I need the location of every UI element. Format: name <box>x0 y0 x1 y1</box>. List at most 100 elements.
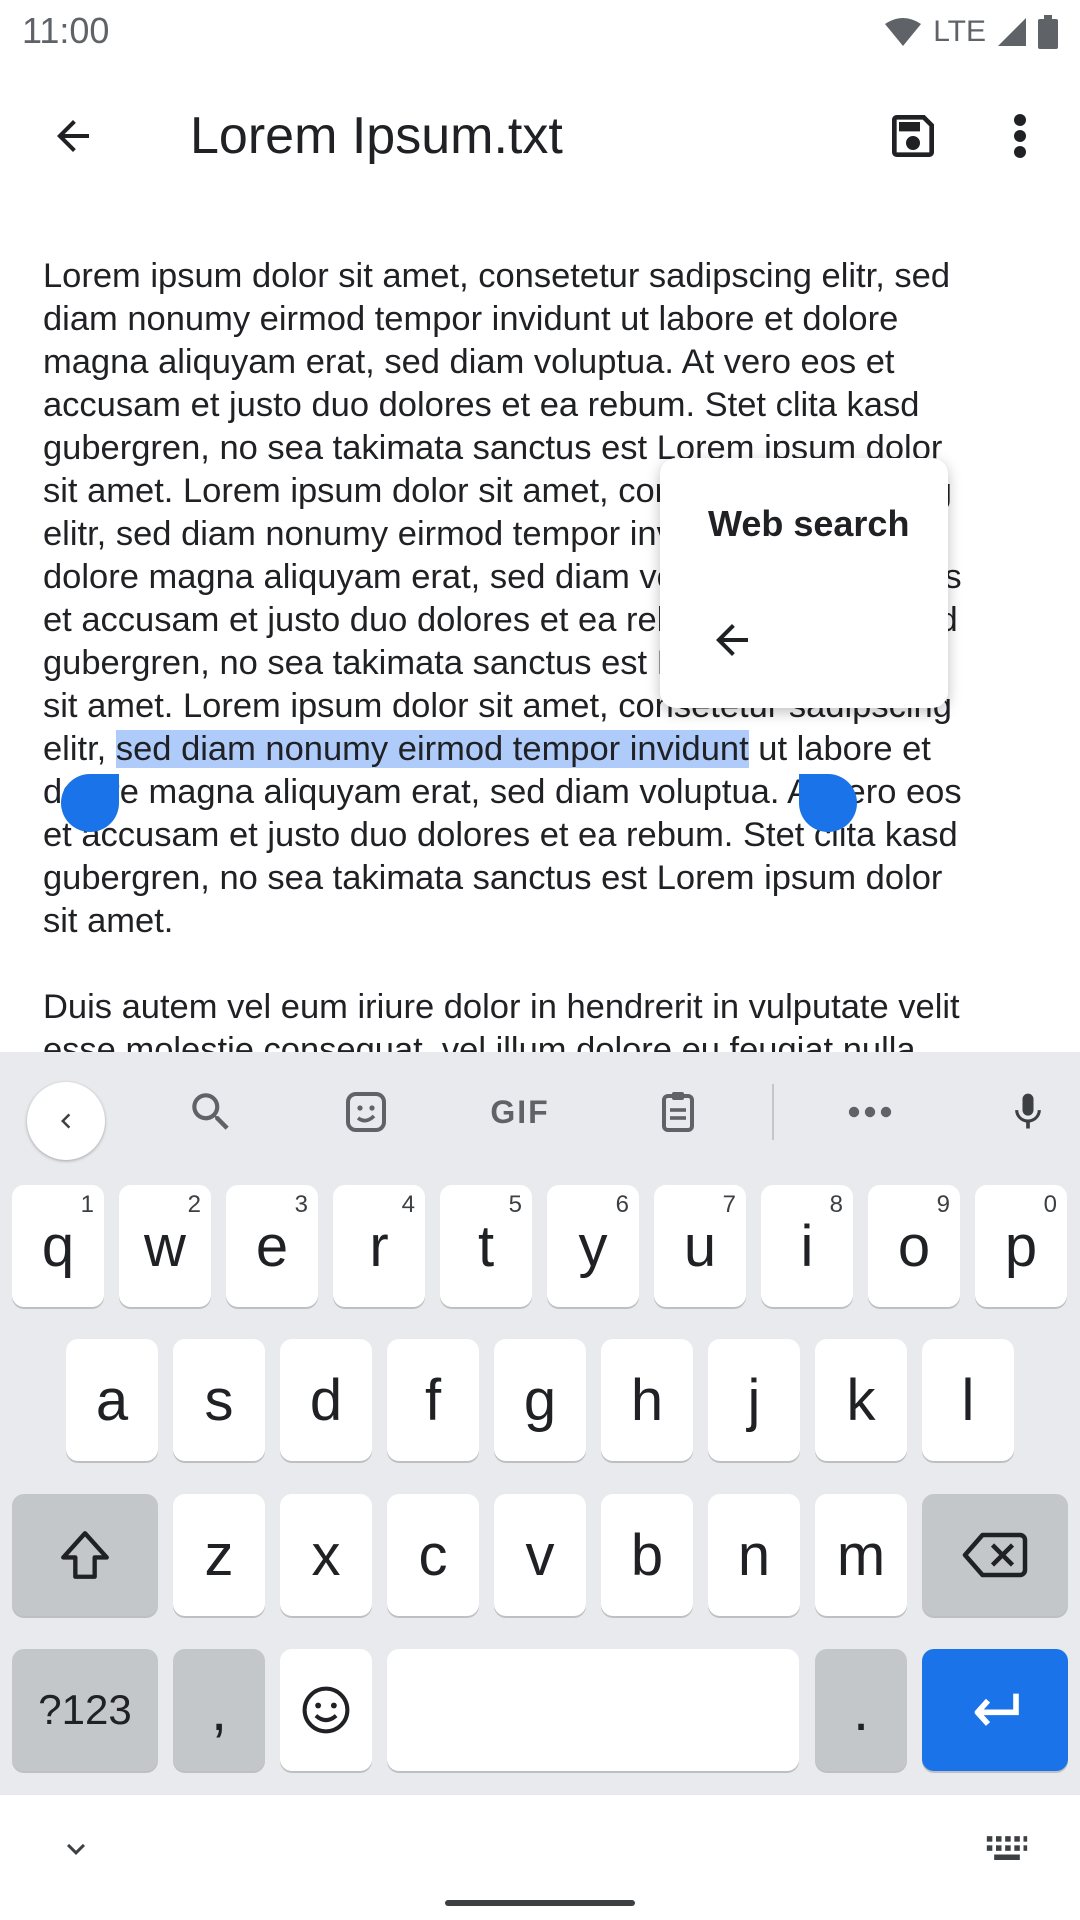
keyboard-search-button[interactable] <box>176 1082 246 1142</box>
key-s[interactable]: s <box>173 1339 265 1461</box>
key-k[interactable]: k <box>815 1339 907 1461</box>
search-icon <box>192 1093 229 1130</box>
paragraph-2: Duis autem vel eum iriure dolor in hendr… <box>43 986 1043 1055</box>
selection-start-handle[interactable] <box>61 774 119 832</box>
chevron-down-icon <box>67 1843 85 1855</box>
selection-end-handle[interactable] <box>799 774 857 832</box>
text-line: magna aliquyam erat, sed diam voluptua. … <box>43 343 895 381</box>
key-e[interactable]: e3 <box>226 1185 318 1307</box>
more-horiz-icon <box>848 1106 892 1118</box>
key-d[interactable]: d <box>280 1339 372 1461</box>
symbols-key[interactable]: ?123 <box>12 1649 158 1771</box>
key-f[interactable]: f <box>387 1339 479 1461</box>
page-title: Lorem Ipsum.txt <box>190 107 563 165</box>
key-r[interactable]: r4 <box>333 1185 425 1307</box>
signal-icon <box>998 18 1026 46</box>
keyboard-icon <box>986 1836 1028 1860</box>
text-line: sit amet. <box>43 902 174 940</box>
enter-key[interactable] <box>922 1649 1068 1771</box>
more-tools-button[interactable] <box>835 1082 905 1142</box>
key-hint: 6 <box>615 1191 629 1218</box>
key-q[interactable]: q1 <box>12 1185 104 1307</box>
key-j[interactable]: j <box>708 1339 800 1461</box>
comma-key[interactable]: , <box>173 1649 265 1771</box>
switch-keyboard-button[interactable] <box>980 1825 1034 1873</box>
key-h[interactable]: h <box>601 1339 693 1461</box>
key-y[interactable]: y6 <box>547 1185 639 1307</box>
home-gesture-bar[interactable] <box>445 1900 635 1906</box>
key-p[interactable]: p0 <box>975 1185 1067 1307</box>
key-n[interactable]: n <box>708 1494 800 1616</box>
microphone-icon <box>1015 1093 1041 1129</box>
key-hint: 0 <box>1043 1191 1057 1218</box>
key-label: t <box>477 1213 495 1279</box>
voice-input-button[interactable] <box>993 1082 1063 1142</box>
key-u[interactable]: u7 <box>654 1185 746 1307</box>
period-key[interactable]: . <box>815 1649 907 1771</box>
network-type: LTE <box>933 15 986 48</box>
soft-keyboard: GIF q1 w2 e3 r4 t5 y6 u7 i8 o9 p0 a s d … <box>0 1052 1080 1920</box>
text-before-selection: elitr, <box>43 730 116 768</box>
sticker-button[interactable] <box>331 1082 401 1142</box>
text-line: accusam et justo duo dolores et ea rebum… <box>43 386 920 424</box>
key-hint: 1 <box>80 1191 94 1218</box>
backspace-icon <box>962 1532 1028 1578</box>
key-m[interactable]: m <box>815 1494 907 1616</box>
collapse-toolbar-button[interactable] <box>27 1082 105 1160</box>
text-line: dolore magna aliquyam erat, sed diam vol… <box>43 773 962 811</box>
clipboard-button[interactable] <box>643 1082 713 1142</box>
key-b[interactable]: b <box>601 1494 693 1616</box>
key-label: w <box>144 1213 186 1279</box>
text-line: Duis autem vel eum iriure dolor in hendr… <box>43 988 960 1026</box>
status-time: 11:00 <box>22 10 110 51</box>
emoji-key[interactable] <box>280 1649 372 1771</box>
backspace-key[interactable] <box>922 1494 1068 1616</box>
key-t[interactable]: t5 <box>440 1185 532 1307</box>
status-icons: LTE <box>883 12 1058 52</box>
navigation-bar <box>0 1795 1080 1920</box>
key-v[interactable]: v <box>494 1494 586 1616</box>
key-hint: 3 <box>294 1191 308 1218</box>
chevron-left-icon <box>61 1113 71 1129</box>
key-g[interactable]: g <box>494 1339 586 1461</box>
back-button[interactable] <box>38 101 108 171</box>
save-icon <box>892 115 934 157</box>
key-label: e <box>255 1213 289 1279</box>
app-bar: Lorem Ipsum.txt <box>0 66 1080 206</box>
shift-icon <box>61 1531 109 1579</box>
gif-label: GIF <box>490 1093 550 1130</box>
text-after-selection: ut labore et <box>748 730 931 768</box>
key-c[interactable]: c <box>387 1494 479 1616</box>
sticker-icon <box>346 1092 386 1132</box>
web-search-menu-item[interactable]: Web search <box>708 503 909 545</box>
emoji-icon <box>302 1686 350 1734</box>
key-z[interactable]: z <box>173 1494 265 1616</box>
key-label: o <box>897 1213 931 1279</box>
key-o[interactable]: o9 <box>868 1185 960 1307</box>
selected-text[interactable]: sed diam nonumy eirmod tempor invidunt <box>115 730 749 768</box>
shift-key[interactable] <box>12 1494 158 1616</box>
key-i[interactable]: i8 <box>761 1185 853 1307</box>
key-w[interactable]: w2 <box>119 1185 211 1307</box>
key-x[interactable]: x <box>280 1494 372 1616</box>
key-label: u <box>683 1213 717 1279</box>
keyboard-toolbar: GIF <box>0 1052 1080 1170</box>
key-hint: 9 <box>936 1191 950 1218</box>
toolbar-divider <box>772 1084 774 1140</box>
enter-icon <box>974 1693 1019 1726</box>
key-a[interactable]: a <box>66 1339 158 1461</box>
key-label: q <box>41 1213 75 1279</box>
key-hint: 8 <box>829 1191 843 1218</box>
key-label: i <box>800 1213 814 1279</box>
key-hint: 7 <box>722 1191 736 1218</box>
save-button[interactable] <box>878 101 948 171</box>
gif-button[interactable]: GIF <box>485 1082 555 1142</box>
text-line: diam nonumy eirmod tempor invidunt ut la… <box>43 300 899 338</box>
space-key[interactable] <box>387 1649 799 1771</box>
key-hint: 5 <box>508 1191 522 1218</box>
hide-keyboard-button[interactable] <box>52 1825 100 1873</box>
key-l[interactable]: l <box>922 1339 1014 1461</box>
menu-back-button[interactable] <box>700 608 764 672</box>
more-options-button[interactable] <box>990 101 1050 171</box>
arrow-back-icon <box>716 624 748 656</box>
